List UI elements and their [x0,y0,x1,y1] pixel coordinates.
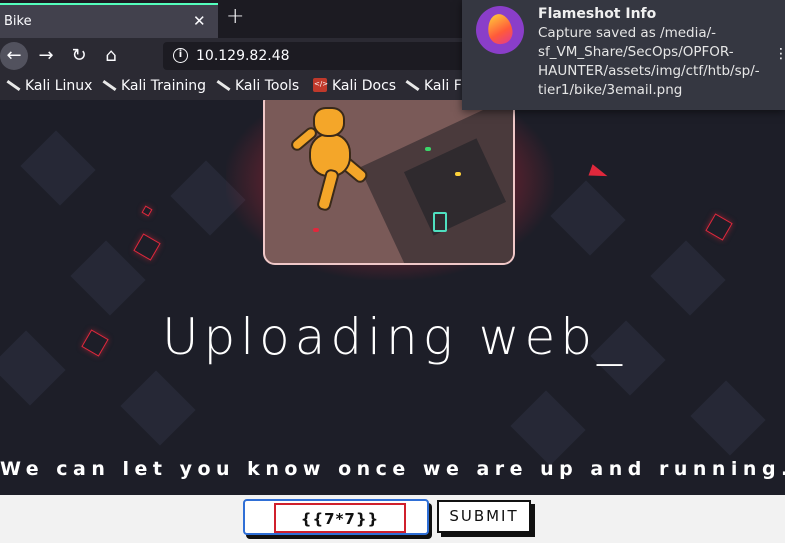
indicator-light [425,147,431,151]
floor-tile [120,370,196,446]
submit-button[interactable]: SUBMIT [437,500,531,533]
bookmark-label: Kali Tools [235,78,300,94]
menu-icon[interactable]: ⋮ [774,46,785,62]
tab-bike[interactable]: Bike ✕ [0,3,218,38]
page-content: Uploading web_ We can let you know once … [0,100,785,495]
bookmark-kali-tools[interactable]: Kali Tools [216,78,299,94]
arrow-icon [588,164,610,182]
cube-icon [705,213,733,241]
floor-tile [510,390,586,466]
floor-tile [550,180,626,256]
new-tab-icon[interactable]: + [226,4,244,29]
tab-title: Bike [4,14,32,29]
notification-title: Flameshot Info [538,6,657,22]
back-icon[interactable]: ← [0,42,28,70]
figure-head [313,107,345,137]
email-input-value[interactable]: {{7*7}} [276,510,404,528]
notification-popup[interactable]: Flameshot Info Capture saved as /media/-… [462,0,785,110]
email-field[interactable]: {{7*7}} [243,499,429,535]
cube-icon [133,233,161,261]
url-text[interactable]: 10.129.82.48 [196,48,290,64]
kali-icon [405,78,419,92]
character-figure [288,107,375,217]
kali-icon [6,78,20,92]
page-subline: We can let you know once we are up and r… [0,458,785,480]
floor-tile [20,130,96,206]
flameshot-icon [476,6,524,54]
close-icon[interactable]: ✕ [193,12,206,30]
bookmark-label: Kali Training [121,78,206,94]
floor-tile [690,380,766,456]
floor-tile [650,240,726,316]
bookmark-label: Kali Linux [25,78,93,94]
hero-illustration [263,100,515,265]
reload-icon[interactable]: ↻ [65,42,93,70]
home-icon[interactable]: ⌂ [97,42,125,70]
email-form: {{7*7}} SUBMIT [0,495,785,543]
bookmark-label: Kali Docs [332,78,397,94]
kali-icon [216,78,230,92]
indicator-light [433,212,447,232]
docs-icon [313,78,328,92]
kali-icon [102,78,116,92]
bookmark-kali-linux[interactable]: Kali Linux [6,78,92,94]
email-input-highlight[interactable]: {{7*7}} [274,503,406,533]
notification-body: Capture saved as /media/-sf_VM_Share/Sec… [538,25,760,98]
flame-icon [485,12,515,46]
forward-icon[interactable]: → [32,42,60,70]
cube-icon [141,205,153,217]
indicator-light [455,172,461,176]
indicator-light [313,228,319,232]
info-icon[interactable]: i [173,48,188,63]
page-headline: Uploading web_ [161,308,628,366]
bookmark-kali-training[interactable]: Kali Training [102,78,206,94]
bookmark-kali-docs[interactable]: Kali Docs [313,78,396,94]
